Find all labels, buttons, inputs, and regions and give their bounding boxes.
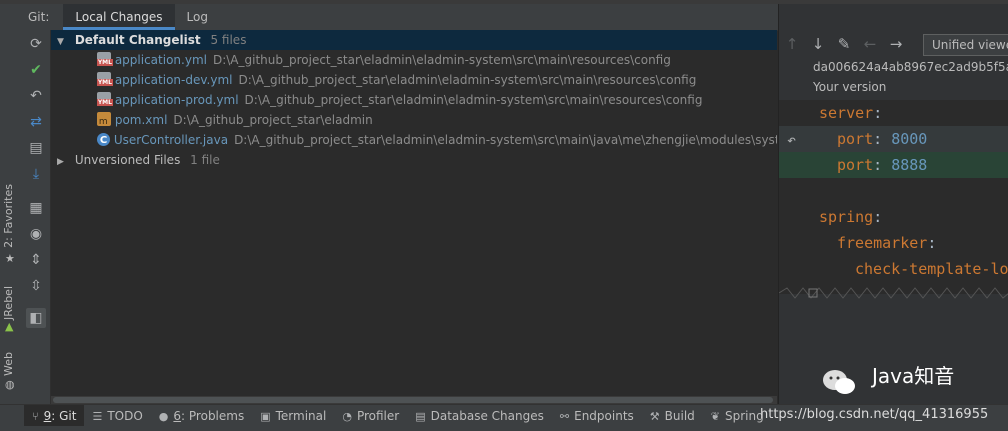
update-icon[interactable]: ⤓: [26, 164, 46, 184]
list-item[interactable]: application-dev.ymlD:\A_github_project_s…: [51, 70, 777, 90]
spring-icon: ❦: [710, 409, 720, 423]
tab-todo[interactable]: ☰ TODO: [84, 405, 150, 427]
version-label: Your version: [813, 80, 887, 94]
expand-icon[interactable]: ⇕: [26, 250, 46, 270]
status-bar: [0, 426, 1008, 431]
tab-git[interactable]: ⑂ 9: Git: [24, 405, 85, 427]
shelve-icon[interactable]: ▤: [26, 138, 46, 158]
jrebel-icon: ▲: [5, 320, 14, 333]
collapsed-lines-marker[interactable]: [779, 286, 1008, 300]
yml-file-icon: [96, 92, 113, 106]
java-class-icon: [96, 131, 110, 150]
terminal-icon: ▣: [260, 409, 271, 423]
git-tool-header: Git: Local Changes Log: [22, 4, 782, 31]
diff-icon[interactable]: ⇄: [26, 112, 46, 132]
jrebel-tab[interactable]: JRebel: [2, 286, 15, 320]
list-item[interactable]: pom.xmlD:\A_github_project_star\eladmin: [51, 110, 777, 130]
info-icon: ●: [158, 409, 169, 423]
favorites-tab[interactable]: 2: Favorites: [2, 184, 15, 248]
chevron-down-icon[interactable]: ▼: [57, 32, 71, 50]
collapse-icon[interactable]: ⇳: [26, 276, 46, 296]
tab-endpoints[interactable]: ⚯ Endpoints: [552, 405, 642, 427]
tab-log[interactable]: Log: [175, 4, 220, 30]
edit-icon[interactable]: ✎: [831, 35, 857, 53]
list-item[interactable]: application-prod.ymlD:\A_github_project_…: [51, 90, 777, 110]
chevron-right-icon[interactable]: ▶: [57, 152, 71, 170]
yml-file-icon: [96, 72, 113, 86]
unversioned-files-node[interactable]: ▶ Unversioned Files 1 file: [51, 150, 777, 170]
revert-change-icon[interactable]: ↶: [787, 131, 796, 149]
maven-file-icon: [96, 112, 111, 130]
default-changelist-node[interactable]: ▼ Default Changelist 5 files: [51, 30, 777, 50]
web-tab[interactable]: Web: [2, 352, 15, 376]
endpoints-icon: ⚯: [559, 409, 570, 423]
tab-build[interactable]: ⚒ Build: [642, 405, 703, 427]
yml-file-icon: [96, 52, 113, 66]
diff-code-editor[interactable]: ↶ server: port: 8000 port: 8888 spring: …: [779, 100, 1008, 294]
tab-problems[interactable]: ● 6: Problems: [151, 405, 252, 427]
tab-terminal[interactable]: ▣ Terminal: [252, 405, 334, 427]
watermark-url: https://blog.csdn.net/qq_41316955: [760, 407, 989, 422]
hammer-icon: ⚒: [649, 409, 660, 423]
profiler-icon: ◔: [342, 409, 352, 423]
rollback-icon[interactable]: ↶: [26, 86, 46, 106]
list-icon: ☰: [92, 409, 103, 423]
refresh-icon[interactable]: ⟳: [26, 34, 46, 54]
left-tool-stripe: 2: Favorites ★ JRebel ▲ Web ◍: [0, 4, 23, 404]
commit-check-icon[interactable]: ✔: [26, 60, 46, 80]
watermark-text: Java知音: [872, 364, 955, 388]
arrow-down-icon[interactable]: ↓: [805, 35, 831, 53]
horizontal-scrollbar[interactable]: [51, 396, 777, 404]
tab-local-changes[interactable]: Local Changes: [63, 4, 175, 30]
scrollbar-thumb[interactable]: [53, 397, 773, 403]
changes-toolbar: ⟳ ✔ ↶ ⇄ ▤ ⤓ ▦ ◉ ⇕ ⇳ ◧: [22, 30, 51, 404]
branch-icon: ⑂: [32, 409, 39, 423]
git-label: Git:: [28, 10, 50, 24]
list-item[interactable]: application.ymlD:\A_github_project_star\…: [51, 50, 777, 70]
preview-icon[interactable]: ◧: [26, 308, 46, 328]
tab-profiler[interactable]: ◔ Profiler: [334, 405, 407, 427]
star-icon: ★: [5, 252, 15, 265]
eye-icon[interactable]: ◉: [26, 224, 46, 244]
changes-tree: ▼ Default Changelist 5 files application…: [51, 30, 777, 404]
arrow-right-icon[interactable]: →: [883, 35, 909, 53]
arrow-left-icon[interactable]: ←: [857, 35, 883, 53]
group-icon[interactable]: ▦: [26, 198, 46, 218]
globe-icon: ◍: [5, 378, 15, 391]
database-icon: ▤: [415, 409, 426, 423]
arrow-up-icon[interactable]: ↑: [779, 35, 805, 53]
viewer-mode-dropdown[interactable]: Unified viewer: [923, 34, 1008, 56]
wechat-logo-icon: [823, 370, 855, 394]
commit-hash: da006624a4ab8967ec2ad9b5f5af2: [813, 60, 1008, 74]
list-item[interactable]: UserController.javaD:\A_github_project_s…: [51, 130, 777, 150]
diff-preview-panel: ↑ ↓ ✎ ← → Unified viewer da006624a4ab896…: [778, 4, 1008, 404]
tab-database-changes[interactable]: ▤ Database Changes: [407, 405, 552, 427]
